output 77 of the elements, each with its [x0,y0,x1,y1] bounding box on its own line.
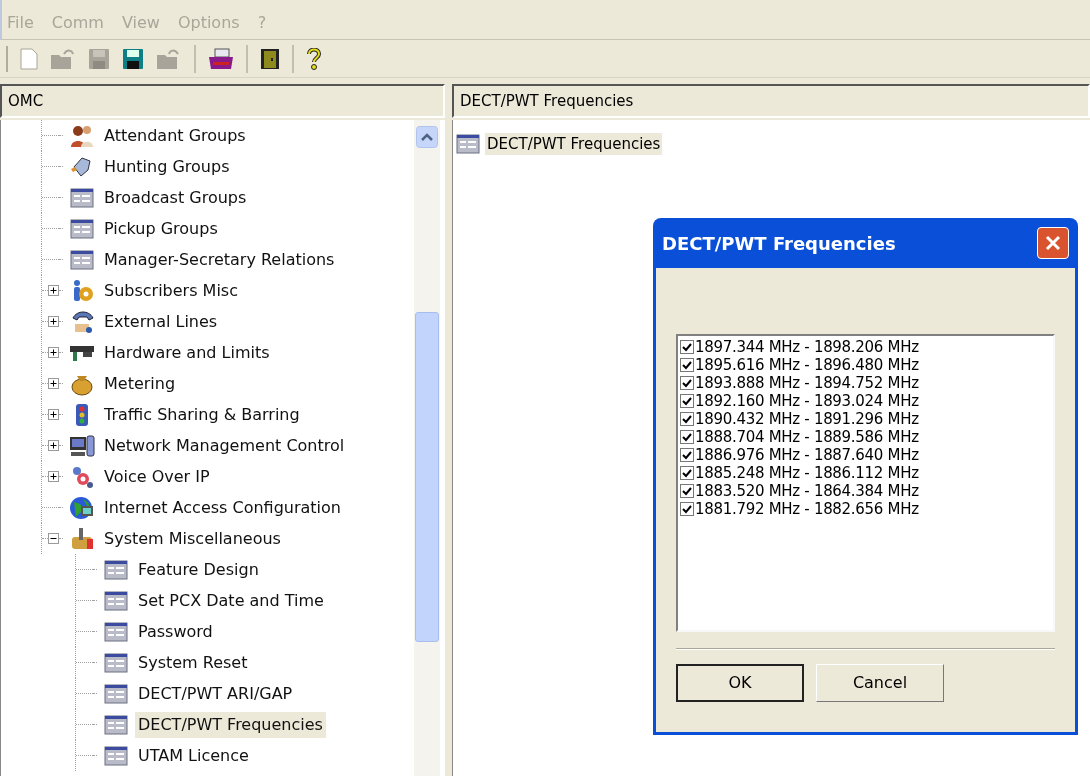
form-window-icon [103,588,129,613]
frequency-label: 1883.520 MHz - 1864.384 MHz [695,482,919,500]
checkbox[interactable] [680,340,694,354]
form-window-icon [455,132,481,156]
tree-item[interactable]: Pickup Groups [101,215,221,242]
frequency-label: 1886.976 MHz - 1887.640 MHz [695,446,919,464]
door-icon[interactable] [260,47,280,70]
expand-icon[interactable] [48,409,59,420]
tree-item[interactable]: Broadcast Groups [101,184,250,211]
globe-computer-icon [69,495,95,520]
scroll-thumb[interactable] [415,312,439,642]
form-window-icon [103,650,129,675]
close-icon [1045,235,1061,251]
tree-item[interactable]: External Lines [101,308,221,335]
frequency-label: 1895.616 MHz - 1896.480 MHz [695,356,919,374]
tree-item[interactable]: Hunting Groups [101,153,233,180]
frequency-label: 1881.792 MHz - 1882.656 MHz [695,500,919,518]
printer-icon[interactable] [208,47,234,70]
tree-item[interactable]: Voice Over IP [101,463,213,490]
checkbox[interactable] [680,376,694,390]
expand-icon[interactable] [48,347,59,358]
tree-item[interactable]: Manager-Secretary Relations [101,246,338,273]
frequency-label: 1897.344 MHz - 1898.206 MHz [695,338,919,356]
computer-icon [69,433,95,458]
scrollbar[interactable] [414,120,440,776]
tree-item[interactable]: System Reset [135,649,251,676]
frequency-label: 1888.704 MHz - 1889.586 MHz [695,428,919,446]
scroll-up-icon[interactable] [416,126,438,148]
frequency-label: 1890.432 MHz - 1891.296 MHz [695,410,919,428]
form-window-icon [103,557,129,582]
tree-item[interactable]: DECT/PWT ARI/GAP [135,680,296,707]
checkbox[interactable] [680,466,694,480]
collapse-icon[interactable] [48,533,59,544]
frequency-label: 1892.160 MHz - 1893.024 MHz [695,392,919,410]
tree-item[interactable]: UTAM Licence [135,742,252,769]
expand-icon[interactable] [48,378,59,389]
tree-item[interactable]: Traffic Sharing & Barring [101,401,303,428]
checkbox[interactable] [680,484,694,498]
expand-icon[interactable] [48,471,59,482]
form-window-icon [103,681,129,706]
tree-item[interactable]: System Miscellaneous [101,525,284,552]
checkbox[interactable] [680,430,694,444]
panel-title: DECT/PWT Frequencies [460,90,634,112]
tree-item[interactable]: Subscribers Misc [101,277,241,304]
tree-item[interactable]: Network Management Control [101,432,348,459]
dialog-button[interactable]: Cancel [816,664,944,702]
tree-item[interactable]: Hardware and Limits [101,339,273,366]
frequency-label: 1893.888 MHz - 1894.752 MHz [695,374,919,392]
checkbox[interactable] [680,502,694,516]
panel-title: OMC [8,90,44,112]
help-icon[interactable] [306,47,322,70]
form-window-icon [103,712,129,737]
form-window-icon [103,619,129,644]
dialog-title: DECT/PWT Frequencies [662,231,896,256]
checkbox[interactable] [680,358,694,372]
expand-icon[interactable] [48,440,59,451]
list-item[interactable]: DECT/PWT Frequencies [485,132,663,156]
tree-item[interactable]: Set PCX Date and Time [135,587,327,614]
dialog-button[interactable]: OK [676,664,804,702]
checkbox[interactable] [680,412,694,426]
expand-icon[interactable] [48,285,59,296]
tree-item[interactable]: Attendant Groups [101,122,249,149]
form-window-icon [69,247,95,272]
tree-item[interactable]: DECT/PWT Frequencies [135,711,326,738]
frequency-label: 1885.248 MHz - 1886.112 MHz [695,464,919,482]
close-button[interactable] [1037,227,1069,259]
form-window-icon [69,185,95,210]
tree-item[interactable]: Password [135,618,216,645]
tree-item[interactable]: Internet Access Configuration [101,494,344,521]
expand-icon[interactable] [48,316,59,327]
people-icon [69,123,95,148]
form-window-icon [103,743,129,768]
checkbox[interactable] [680,394,694,408]
form-window-icon [69,216,95,241]
tree-item[interactable]: Metering [101,370,179,397]
checkbox[interactable] [680,448,694,462]
tree-item[interactable]: Feature Design [135,556,262,583]
